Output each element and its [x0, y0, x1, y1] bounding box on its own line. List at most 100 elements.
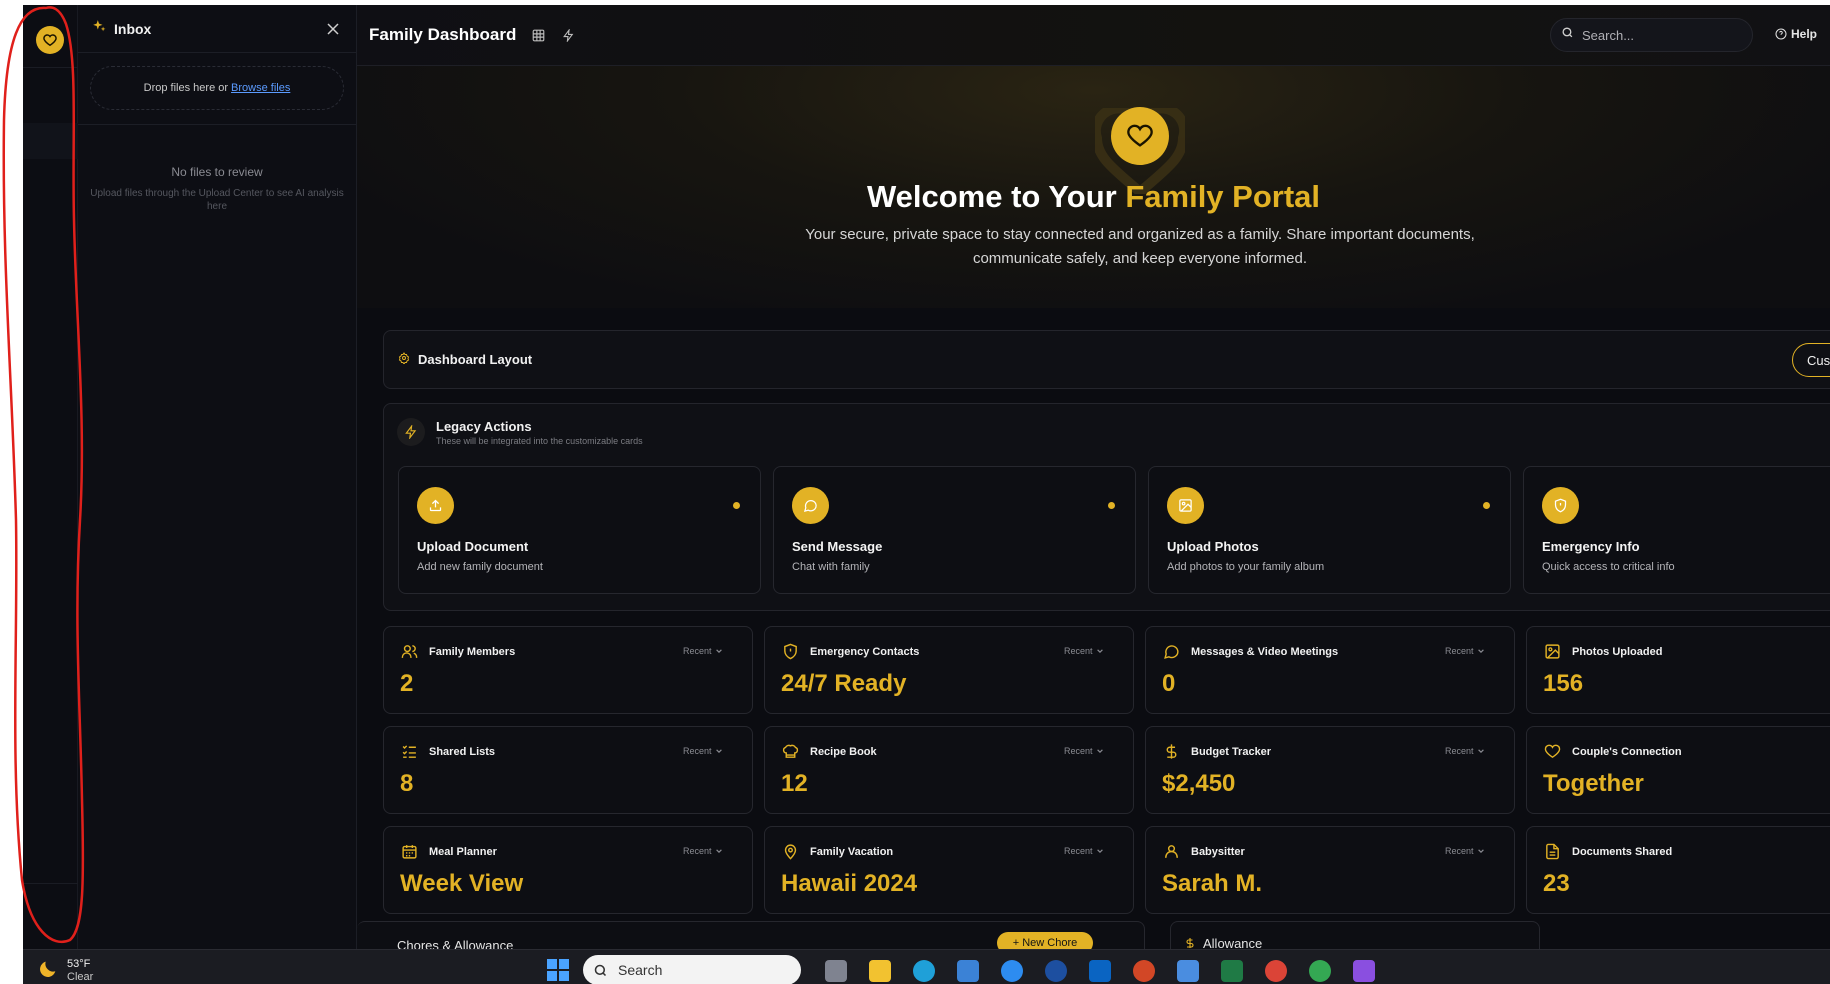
search-icon: [1561, 26, 1574, 44]
search-box[interactable]: [1550, 18, 1753, 52]
stat-value: 8: [400, 770, 414, 797]
stat-value: Sarah M.: [1162, 870, 1263, 897]
hero-title-accent: Family Portal: [1125, 179, 1321, 214]
weather-condition: Clear: [67, 971, 94, 983]
stat-label: Shared Lists: [429, 746, 496, 758]
chevron-down-icon: [1477, 749, 1484, 754]
help-button[interactable]: Help: [1775, 27, 1817, 41]
legacy-title: Legacy Actions: [436, 419, 532, 434]
app-screen: Inbox Drop files here or Browse files No…: [23, 5, 1830, 984]
file-drop-zone[interactable]: Drop files here or Browse files: [90, 66, 344, 110]
chef-hat-icon: [781, 742, 799, 760]
stat-value: 0: [1162, 670, 1176, 697]
task-view-icon[interactable]: [825, 960, 847, 982]
recent-label: Recent: [683, 746, 712, 756]
recent-dropdown[interactable]: Recent: [683, 746, 723, 756]
recent-label: Recent: [1064, 646, 1093, 656]
chevron-down-icon: [1096, 749, 1103, 754]
action-upload-photos[interactable]: Upload Photos Add photos to your family …: [1148, 466, 1511, 594]
stat-card-budget-tracker[interactable]: Budget Tracker Recent $2,450: [1145, 726, 1515, 814]
recent-dropdown[interactable]: Recent: [683, 846, 723, 856]
recent-dropdown[interactable]: Recent: [1445, 846, 1485, 856]
stat-card-babysitter[interactable]: Babysitter Recent Sarah M.: [1145, 826, 1515, 914]
action-title: Emergency Info: [1542, 539, 1640, 554]
file-explorer-icon[interactable]: [869, 960, 891, 982]
clipchamp-icon[interactable]: [1353, 960, 1375, 982]
stat-card-couples-connection[interactable]: Couple's Connection Together: [1526, 726, 1830, 814]
stat-value: 156: [1543, 670, 1584, 697]
help-app-icon[interactable]: [1001, 960, 1023, 982]
rail-item-active[interactable]: [23, 123, 78, 159]
moon-icon: [37, 958, 59, 984]
stat-card-recipe-book[interactable]: Recipe Book Recent 12: [764, 726, 1134, 814]
recent-label: Recent: [683, 846, 712, 856]
action-subtitle: Add photos to your family album: [1167, 561, 1325, 573]
grid-icon[interactable]: [530, 27, 546, 43]
stat-card-emergency-contacts[interactable]: Emergency Contacts Recent 24/7 Ready: [764, 626, 1134, 714]
recent-dropdown[interactable]: Recent: [1064, 746, 1104, 756]
action-emergency-info[interactable]: Emergency Info Quick access to critical …: [1523, 466, 1830, 594]
settings-icon: [398, 351, 410, 369]
action-title: Upload Document: [417, 539, 529, 554]
stat-card-meal-planner[interactable]: Meal Planner Recent Week View: [383, 826, 753, 914]
stat-card-shared-lists[interactable]: Shared Lists Recent 8: [383, 726, 753, 814]
recent-dropdown[interactable]: Recent: [1064, 846, 1104, 856]
stat-label: Babysitter: [1191, 846, 1245, 858]
close-icon[interactable]: [324, 20, 342, 38]
new-chore-label: New Chore: [1022, 937, 1078, 949]
taskbar-search-label: Search: [618, 962, 663, 978]
edge-browser-icon[interactable]: [913, 960, 935, 982]
stat-card-family-vacation[interactable]: Family Vacation Recent Hawaii 2024: [764, 826, 1134, 914]
chrome-icon[interactable]: [1265, 960, 1287, 982]
calendar-icon: [400, 842, 418, 860]
stat-card-messages[interactable]: Messages & Video Meetings Recent 0: [1145, 626, 1515, 714]
recent-dropdown[interactable]: Recent: [1445, 746, 1485, 756]
stat-card-family-members[interactable]: Family Members Recent 2: [383, 626, 753, 714]
hero-subtitle: Your secure, private space to stay conne…: [805, 226, 1475, 267]
recent-label: Recent: [1445, 646, 1474, 656]
action-title: Send Message: [792, 539, 883, 554]
legacy-subtitle: These will be integrated into the custom…: [436, 436, 643, 446]
map-pin-icon: [781, 842, 799, 860]
powerpoint-icon[interactable]: [1133, 960, 1155, 982]
taskbar-search[interactable]: Search: [583, 955, 801, 984]
search-input[interactable]: [1582, 27, 1742, 43]
browse-files-link[interactable]: Browse files: [231, 82, 290, 94]
action-subtitle: Chat with family: [792, 561, 870, 573]
inbox-divider: [78, 124, 356, 125]
customize-button[interactable]: Cus: [1792, 343, 1830, 377]
stat-card-documents-shared[interactable]: Documents Shared 23: [1526, 826, 1830, 914]
action-subtitle: Quick access to critical info: [1542, 561, 1675, 573]
welcome-hero: Welcome to Your Family Portal Your secur…: [357, 66, 1830, 308]
weather-widget[interactable]: 53°F Clear: [37, 958, 93, 984]
notepad-icon[interactable]: [1177, 960, 1199, 982]
recent-dropdown[interactable]: Recent: [1064, 646, 1104, 656]
excel-icon[interactable]: [1221, 960, 1243, 982]
user-icon: [1162, 842, 1180, 860]
action-subtitle: Add new family document: [417, 561, 543, 573]
windows-start-icon[interactable]: [547, 959, 569, 981]
stat-card-photos-uploaded[interactable]: Photos Uploaded 156: [1526, 626, 1830, 714]
help-label: Help: [1791, 27, 1818, 41]
recent-label: Recent: [1445, 746, 1474, 756]
recent-dropdown[interactable]: Recent: [1445, 646, 1485, 656]
rail-divider: [23, 67, 78, 68]
lightning-icon[interactable]: [560, 27, 576, 43]
action-upload-document[interactable]: Upload Document Add new family document: [398, 466, 761, 594]
action-title: Upload Photos: [1167, 539, 1259, 554]
app-logo-heart-icon[interactable]: [36, 26, 64, 54]
chevron-down-icon: [1096, 649, 1103, 654]
outlook-icon[interactable]: [1089, 960, 1111, 982]
empty-title: No files to review: [171, 165, 263, 179]
heart-icon: [1543, 742, 1561, 760]
stat-value: 24/7 Ready: [781, 670, 907, 697]
image-icon: [1543, 642, 1561, 660]
file-icon: [1543, 842, 1561, 860]
action-send-message[interactable]: Send Message Chat with family: [773, 466, 1136, 594]
hp-icon[interactable]: [1045, 960, 1067, 982]
store-icon[interactable]: [957, 960, 979, 982]
stat-value: Week View: [400, 870, 524, 897]
chrome-profile-icon[interactable]: [1309, 960, 1331, 982]
recent-dropdown[interactable]: Recent: [683, 646, 723, 656]
list-icon: [400, 742, 418, 760]
